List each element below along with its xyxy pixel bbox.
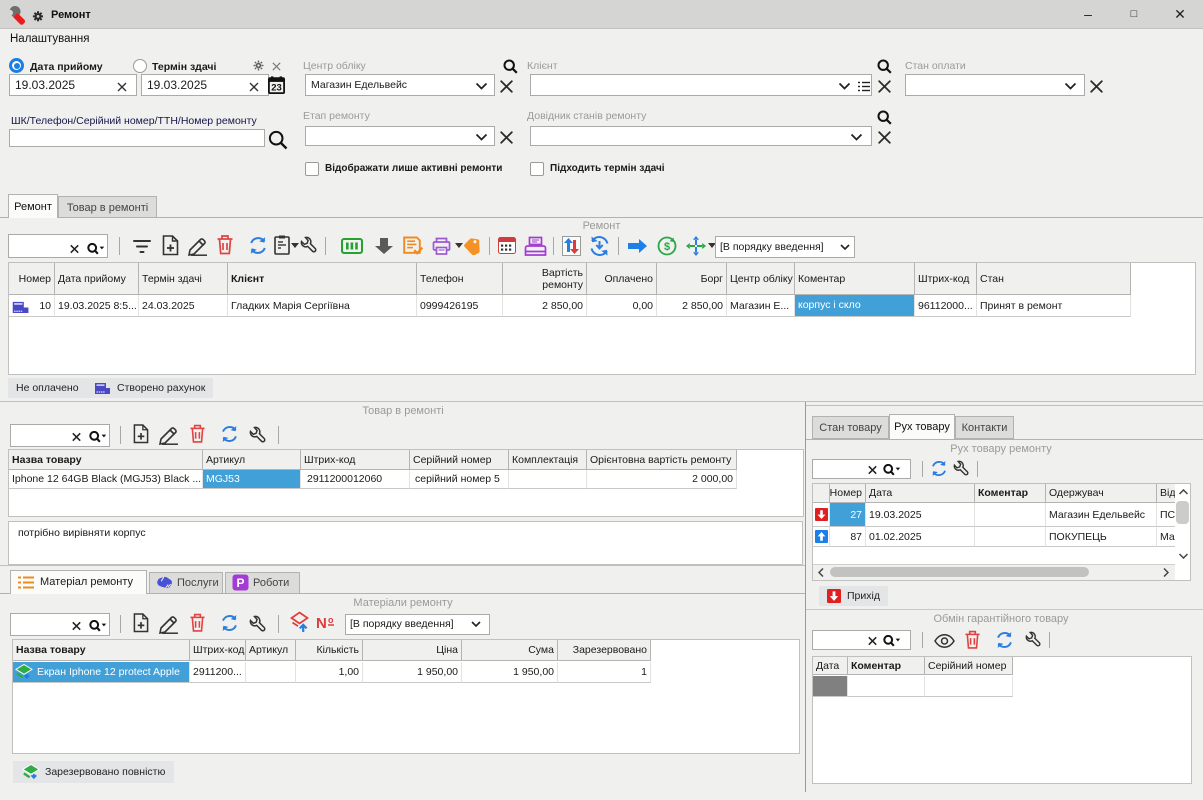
svg-text:N: N <box>316 615 327 632</box>
svg-text:o: o <box>328 615 334 625</box>
svg-text:23: 23 <box>271 83 282 94</box>
svg-text:$: $ <box>664 241 670 253</box>
svg-text:P: P <box>236 576 244 590</box>
